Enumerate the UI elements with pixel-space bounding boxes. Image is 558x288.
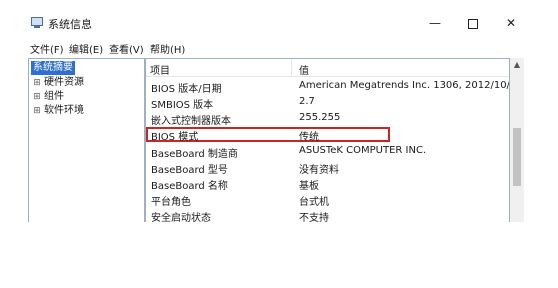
row-item: 嵌入式控制器版本	[151, 116, 231, 127]
table-row[interactable]: BaseBoard 型号 没有资料	[146, 159, 509, 176]
expand-icon[interactable]: ⊞	[33, 90, 41, 104]
table-row[interactable]: BaseBoard 名称 基板	[146, 175, 509, 192]
tree-item-label: 软件环境	[44, 105, 84, 116]
minimize-button[interactable]: —	[420, 12, 450, 34]
window-title: 系统信息	[48, 18, 92, 31]
row-item: BaseBoard 型号	[151, 165, 228, 176]
expand-icon[interactable]: ⊞	[33, 104, 41, 118]
row-value: ASUSTeK COMPUTER INC.	[299, 145, 427, 156]
row-value: American Megatrends Inc. 1306, 2012/10/8	[299, 80, 510, 91]
scroll-up-arrow-icon[interactable]: ▲	[510, 58, 524, 72]
tree-item-system-summary[interactable]: 系统摘要	[31, 61, 75, 75]
row-value: 不支持	[299, 213, 329, 222]
row-value: 没有资料	[299, 165, 339, 176]
column-header-item[interactable]: 项目	[150, 62, 170, 77]
category-tree: 系统摘要 ⊞ 硬件资源 ⊞ 组件 ⊞ 软件环境	[28, 58, 145, 222]
column-divider[interactable]	[291, 59, 292, 76]
vertical-scrollbar[interactable]: ▲	[510, 58, 524, 222]
table-row[interactable]: BaseBoard 制造商 ASUSTeK COMPUTER INC.	[146, 143, 509, 160]
tree-item-label: 硬件资源	[44, 77, 84, 88]
system-info-app-icon	[31, 17, 43, 28]
table-row[interactable]: 安全启动状态 不支持	[146, 207, 509, 222]
details-table: 项目 值 BIOS 版本/日期 American Megatrends Inc.…	[145, 58, 510, 222]
row-item: 平台角色	[151, 197, 191, 208]
column-header-value[interactable]: 值	[299, 62, 309, 77]
table-row[interactable]: BIOS 版本/日期 American Megatrends Inc. 1306…	[146, 78, 510, 95]
row-item: BaseBoard 名称	[151, 181, 228, 192]
menu-help[interactable]: 帮助(H)	[150, 41, 185, 56]
close-button[interactable]: ✕	[496, 12, 526, 34]
row-value: 传统	[299, 132, 319, 143]
table-row-bios-mode[interactable]: BIOS 模式 传统	[146, 126, 509, 143]
row-value: 台式机	[299, 197, 329, 208]
scroll-thumb[interactable]	[513, 128, 521, 186]
tree-item-components[interactable]: ⊞ 组件	[29, 90, 64, 104]
maximize-icon	[468, 18, 478, 29]
menu-file[interactable]: 文件(F)	[30, 41, 64, 56]
title-bar[interactable]: 系统信息 — ✕	[22, 10, 530, 38]
row-item: BaseBoard 制造商	[151, 149, 238, 160]
row-item: 安全启动状态	[151, 213, 211, 222]
table-row[interactable]: 嵌入式控制器版本 255.255	[146, 110, 509, 127]
table-header: 项目 值	[146, 59, 509, 77]
table-row[interactable]: SMBIOS 版本 2.7	[146, 94, 509, 111]
row-item: BIOS 模式	[151, 132, 199, 143]
row-item: SMBIOS 版本	[151, 100, 214, 111]
expand-icon[interactable]: ⊞	[33, 76, 41, 90]
system-info-window: 系统信息 — ✕ 文件(F) 编辑(E) 查看(V) 帮助(H) 系统摘要 ⊞ 硬…	[22, 10, 530, 222]
table-row[interactable]: 平台角色 台式机	[146, 191, 509, 208]
tree-item-label: 组件	[44, 91, 64, 102]
menu-view[interactable]: 查看(V)	[109, 41, 144, 56]
row-value: 255.255	[299, 112, 341, 123]
menu-edit[interactable]: 编辑(E)	[69, 41, 103, 56]
row-item: BIOS 版本/日期	[151, 84, 222, 95]
row-value: 2.7	[299, 96, 315, 107]
tree-item-software-environment[interactable]: ⊞ 软件环境	[29, 104, 84, 118]
maximize-button[interactable]	[458, 12, 488, 34]
row-value: 基板	[299, 181, 319, 192]
menu-bar: 文件(F) 编辑(E) 查看(V) 帮助(H)	[22, 39, 530, 57]
tree-item-hardware-resources[interactable]: ⊞ 硬件资源	[29, 76, 84, 90]
